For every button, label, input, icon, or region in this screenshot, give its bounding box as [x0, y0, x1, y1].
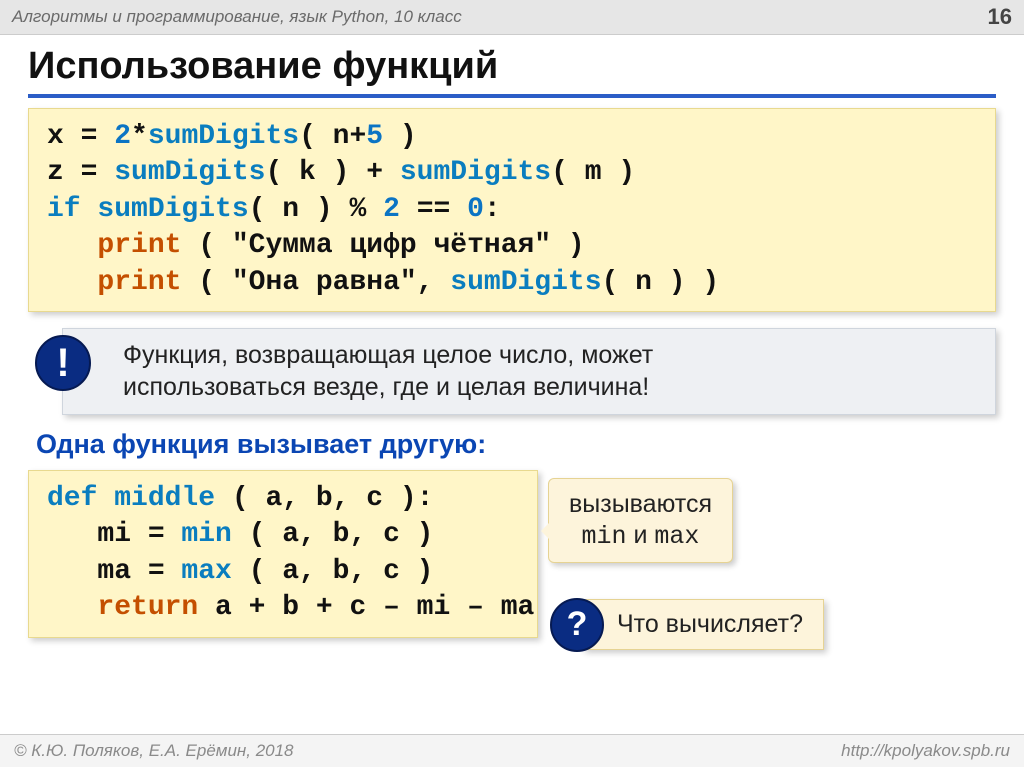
course-title: Алгоритмы и программирование, язык Pytho…	[12, 7, 462, 27]
question-group: ? Что вычисляет?	[550, 598, 824, 652]
question-text: Что вычисляет?	[582, 599, 824, 650]
page-number: 16	[988, 4, 1012, 30]
footer-url: http://kpolyakov.spb.ru	[841, 741, 1010, 761]
slide-content: x = 2*sumDigits( n+5 ) z = sumDigits( k …	[0, 108, 1024, 638]
callout-bubble: вызываются min и max	[548, 478, 733, 564]
slide-title: Использование функций	[0, 35, 1024, 94]
note-line-1: Функция, возвращающая целое число, может	[123, 339, 973, 372]
header-bar: Алгоритмы и программирование, язык Pytho…	[0, 0, 1024, 35]
question-icon: ?	[550, 598, 604, 652]
footer-copyright: © К.Ю. Поляков, Е.А. Ерёмин, 2018	[14, 741, 294, 761]
note-block: ! Функция, возвращающая целое число, мож…	[62, 328, 996, 415]
note-line-2: использоваться везде, где и целая величи…	[123, 371, 973, 404]
subheading: Одна функция вызывает другую:	[36, 429, 996, 460]
exclamation-icon: !	[35, 335, 91, 391]
title-underline	[28, 94, 996, 98]
code-block-2: def middle ( a, b, c ): mi = min ( a, b,…	[28, 470, 538, 638]
callout-line-2: min и max	[569, 520, 712, 552]
callout-line-1: вызываются	[569, 489, 712, 520]
code-row-2: def middle ( a, b, c ): mi = min ( a, b,…	[28, 470, 996, 638]
footer-bar: © К.Ю. Поляков, Е.А. Ерёмин, 2018 http:/…	[0, 734, 1024, 767]
code-block-1: x = 2*sumDigits( n+5 ) z = sumDigits( k …	[28, 108, 996, 312]
